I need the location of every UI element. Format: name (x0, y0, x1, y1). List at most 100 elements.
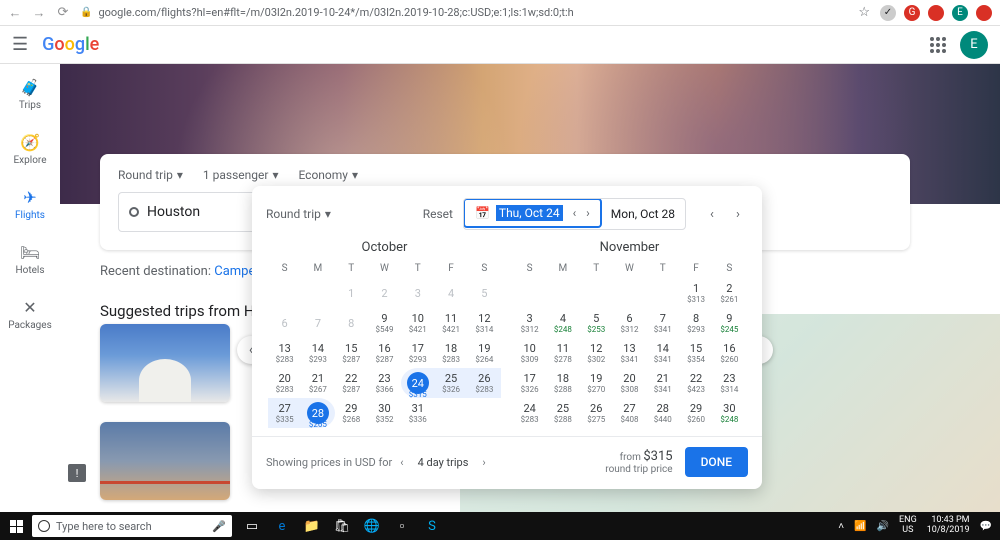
calendar-day[interactable]: 28$440 (646, 398, 679, 428)
calendar-day[interactable]: 7 (301, 308, 334, 338)
calendar-day[interactable]: 9$549 (368, 308, 401, 338)
ext-icon[interactable]: ✓ (880, 5, 896, 21)
skype-icon[interactable]: S (418, 512, 446, 540)
ext-icon[interactable]: E (952, 5, 968, 21)
trip-type-select[interactable]: Round trip ▾ (118, 168, 183, 182)
apps-grid-icon[interactable] (930, 37, 946, 53)
calendar-day[interactable]: 16$260 (713, 338, 746, 368)
calendar-day[interactable]: 19$270 (580, 368, 613, 398)
calendar-day[interactable]: 8 (335, 308, 368, 338)
forward-icon[interactable]: → (32, 6, 46, 20)
calendar-day[interactable]: 27$408 (613, 398, 646, 428)
hamburger-icon[interactable]: ☰ (12, 34, 28, 55)
sidenav-item-trips[interactable]: 🧳Trips (19, 78, 41, 111)
ext-icon[interactable]: G (904, 5, 920, 21)
taskbar-search[interactable]: Type here to search🎤 (32, 515, 232, 537)
calendar-day[interactable]: 20$308 (613, 368, 646, 398)
calendar-day[interactable]: 15$354 (679, 338, 712, 368)
calendar-day[interactable]: 27$335 (268, 398, 301, 428)
calendar-day[interactable]: 17$293 (401, 338, 434, 368)
calendar-day[interactable]: 19$264 (468, 338, 501, 368)
calendar-day[interactable]: 9$245 (713, 308, 746, 338)
calendar-day[interactable]: 5 (468, 278, 501, 308)
calendar-day[interactable]: 20$283 (268, 368, 301, 398)
calendar-day[interactable]: 29$260 (679, 398, 712, 428)
calendar-day[interactable]: 17$326 (513, 368, 546, 398)
tray-up-icon[interactable]: ˄ (838, 521, 844, 532)
calendar-day[interactable]: 22$287 (335, 368, 368, 398)
calendar-day[interactable]: 5$253 (580, 308, 613, 338)
calendar-day[interactable]: 1$313 (679, 278, 712, 308)
calendar-day[interactable]: 23$366 (368, 368, 401, 398)
calendar-day[interactable]: 13$341 (613, 338, 646, 368)
done-button[interactable]: DONE (685, 447, 748, 477)
prev-month-button[interactable]: ‹ (702, 204, 722, 224)
dp-trip-type-select[interactable]: Round trip ▾ (266, 207, 331, 221)
calendar-day[interactable]: 8$293 (679, 308, 712, 338)
calendar-day[interactable]: 14$293 (301, 338, 334, 368)
calendar-day[interactable]: 25$288 (546, 398, 579, 428)
calendar-day[interactable]: 23$314 (713, 368, 746, 398)
calendar-day[interactable]: 10$309 (513, 338, 546, 368)
store-icon[interactable]: 🛍 (328, 512, 356, 540)
calendar-day[interactable]: 2$261 (713, 278, 746, 308)
start-button[interactable] (0, 512, 32, 540)
sidenav-item-explore[interactable]: 🧭Explore (14, 133, 47, 166)
chevron-right-icon[interactable]: › (586, 206, 590, 220)
calendar-day[interactable]: 18$283 (434, 338, 467, 368)
calendar-day[interactable]: 24$315 (401, 368, 434, 398)
calendar-day[interactable]: 13$283 (268, 338, 301, 368)
app-icon[interactable]: ▫ (388, 512, 416, 540)
taskview-icon[interactable]: ▭ (238, 512, 266, 540)
return-date-input[interactable]: Mon, Oct 28 (601, 199, 685, 229)
calendar-day[interactable]: 4$248 (546, 308, 579, 338)
calendar-day[interactable]: 22$423 (679, 368, 712, 398)
ext-icon[interactable] (976, 5, 992, 21)
volume-icon[interactable]: 🔊 (877, 521, 889, 532)
calendar-day[interactable]: 12$314 (468, 308, 501, 338)
address-bar[interactable]: 🔒 google.com/flights?hl=en#flt=/m/03l2n.… (80, 6, 848, 19)
calendar-day[interactable]: 26$275 (580, 398, 613, 428)
duration-next-icon[interactable]: › (482, 456, 485, 469)
calendar-day[interactable]: 29$268 (335, 398, 368, 428)
calendar-day[interactable]: 6$312 (613, 308, 646, 338)
ext-icon[interactable] (928, 5, 944, 21)
reload-icon[interactable]: ⟳ (56, 6, 70, 20)
reset-button[interactable]: Reset (423, 207, 453, 221)
star-icon[interactable]: ☆ (858, 5, 870, 20)
calendar-day[interactable]: 3$312 (513, 308, 546, 338)
calendar-day[interactable]: 11$421 (434, 308, 467, 338)
calendar-day[interactable]: 28$265 (301, 398, 334, 428)
calendar-day[interactable]: 2 (368, 278, 401, 308)
trip-card[interactable] (100, 324, 230, 402)
calendar-day[interactable]: 6 (268, 308, 301, 338)
sidenav-item-flights[interactable]: ✈Flights (15, 188, 45, 221)
chrome-icon[interactable]: 🌐 (358, 512, 386, 540)
calendar-day[interactable]: 14$341 (646, 338, 679, 368)
calendar-day[interactable]: 25$326 (434, 368, 467, 398)
calendar-day[interactable]: 11$278 (546, 338, 579, 368)
calendar-day[interactable]: 15$287 (335, 338, 368, 368)
calendar-day[interactable]: 26$283 (468, 368, 501, 398)
calendar-day[interactable]: 18$288 (546, 368, 579, 398)
calendar-day[interactable]: 21$267 (301, 368, 334, 398)
next-month-button[interactable]: › (728, 204, 748, 224)
duration-prev-icon[interactable]: ‹ (400, 456, 403, 469)
clock[interactable]: 10:43 PM10/8/2019 (927, 516, 970, 536)
calendar-day[interactable]: 3 (401, 278, 434, 308)
depart-date-input[interactable]: 📅 Thu, Oct 24 ‹ › (463, 198, 602, 228)
calendar-day[interactable]: 30$352 (368, 398, 401, 428)
calendar-day[interactable]: 12$302 (580, 338, 613, 368)
network-icon[interactable]: 📶 (854, 521, 866, 532)
passenger-select[interactable]: 1 passenger ▾ (203, 168, 279, 182)
explorer-icon[interactable]: 📁 (298, 512, 326, 540)
feedback-button[interactable]: ! (68, 464, 86, 482)
calendar-day[interactable]: 31$336 (401, 398, 434, 428)
cabin-select[interactable]: Economy ▾ (298, 168, 358, 182)
calendar-day[interactable]: 16$287 (368, 338, 401, 368)
calendar-day[interactable]: 1 (335, 278, 368, 308)
mic-icon[interactable]: 🎤 (212, 520, 226, 533)
account-avatar[interactable]: E (960, 31, 988, 59)
calendar-day[interactable]: 24$283 (513, 398, 546, 428)
trip-card[interactable] (100, 422, 230, 500)
